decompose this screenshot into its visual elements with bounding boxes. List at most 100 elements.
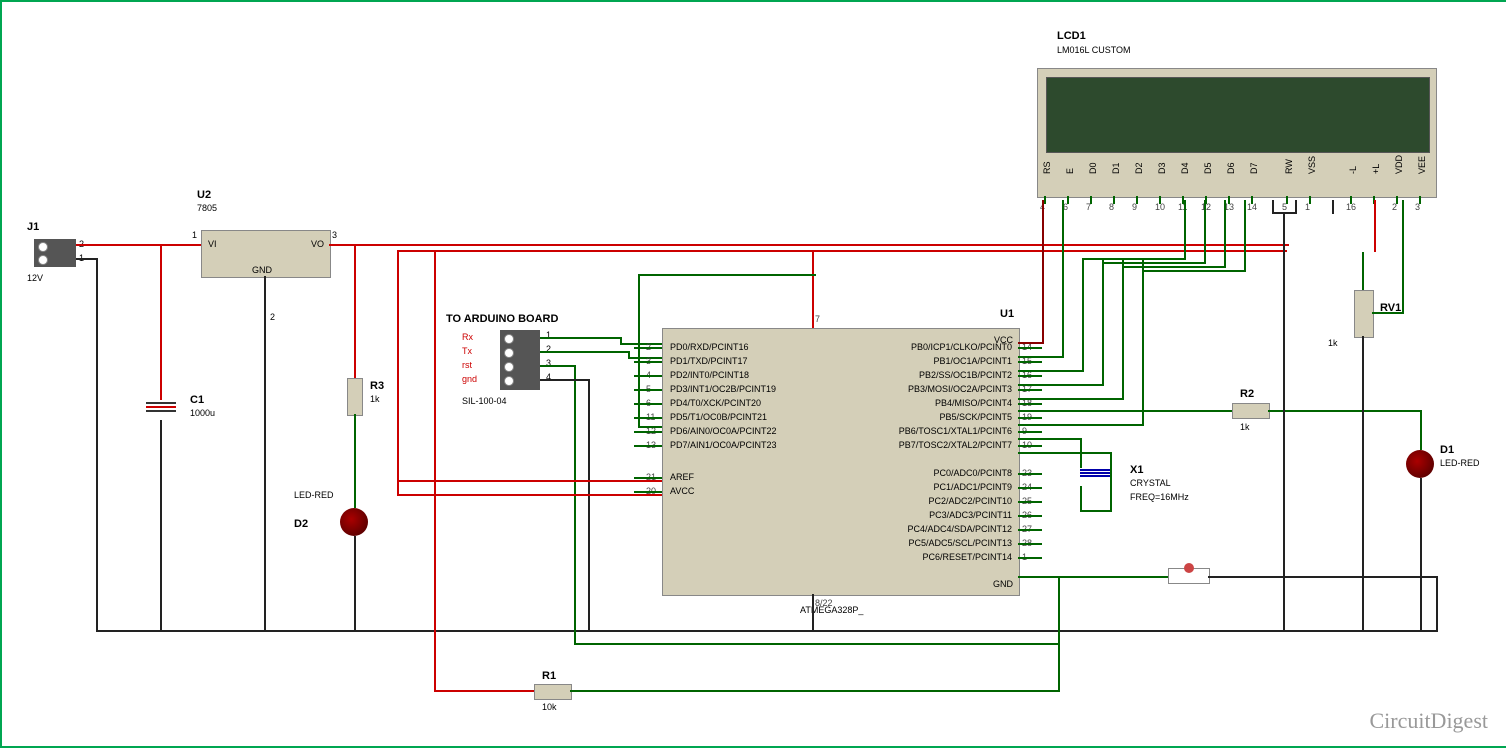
hdr-rx: Rx [462,332,473,342]
x1-val: CRYSTAL [1130,478,1171,488]
wire [160,244,162,400]
wire-vin [76,244,201,246]
r1-body [534,684,572,700]
wire [1082,258,1084,372]
wire [1058,576,1060,692]
wire [354,414,356,508]
d1-led [1406,450,1434,478]
wire [574,643,1060,645]
hdr-val: SIL-100-04 [462,396,507,406]
lcd-pin-VDD: VDD [1394,155,1404,174]
wire-gnd-bus [96,630,1438,632]
d2-val: LED-RED [294,490,334,500]
lcd-body [1037,68,1437,198]
lcd-pin-D2: D2 [1134,162,1144,174]
u1-lname-11: PD5/T1/OC0B/PCINT21 [670,412,767,422]
lcd-pin-D0: D0 [1088,162,1098,174]
u1-rname-19: PB5/SCK/PCINT5 [862,412,1012,422]
u1-top-n: 7 [815,314,820,324]
wire [1244,200,1246,272]
wire [1080,510,1112,512]
r3-ref: R3 [370,380,384,392]
r2-ref: R2 [1240,388,1254,400]
rv1-val: 1k [1328,338,1338,348]
wire [1018,398,1124,400]
u1-rname-23: PC0/ADC0/PCINT8 [862,468,1012,478]
wire [540,379,590,381]
u2-vi: VI [208,239,217,249]
u1-lname-21: AREF [670,472,694,482]
wire [574,365,576,645]
u1-rname-10: PB7/TOSC2/XTAL2/PCINT7 [862,440,1012,450]
j1-connector [34,239,76,267]
wire [1018,384,1104,386]
wire [1018,370,1084,372]
u1-rname-28: PC5/ADC5/SCL/PCINT13 [862,538,1012,548]
wire [812,594,814,632]
wire [160,420,162,632]
lcd-ref: LCD1 [1057,30,1086,42]
lcd-pin-VEE: VEE [1417,156,1427,174]
wire [540,337,622,339]
wire [638,426,662,428]
u1-lname-2: PD0/RXD/PCINT16 [670,342,749,352]
u1-lname-3: PD1/TXD/PCINT17 [670,356,748,366]
wire [1420,478,1422,632]
wire [1080,438,1082,468]
wire [540,351,630,353]
wire [1268,410,1422,412]
wire [570,690,1060,692]
u1-rname-16: PB2/SS/OC1B/PCINT2 [862,370,1012,380]
u1-lname-12: PD6/AIN0/OC0A/PCINT22 [670,426,777,436]
wire [1362,336,1364,632]
u2-ref: U2 [197,189,211,201]
d2-led [340,508,368,536]
hdr-tx: Tx [462,346,472,356]
r1-val: 10k [542,702,557,712]
wire [1332,200,1334,214]
u2-p2: 2 [270,312,275,322]
lcd-pin--L: -L [1348,166,1358,174]
wire [397,480,662,482]
arduino-conn [500,330,540,390]
wire [1082,258,1186,260]
wire [397,494,662,496]
lcd-pin-D1: D1 [1111,162,1121,174]
wire [354,536,356,632]
r3-val: 1k [370,394,380,404]
wire [540,365,576,367]
wire [1142,270,1246,272]
wire [1372,312,1404,314]
wire [1283,212,1285,632]
u1-rname-26: PC3/ADC3/PCINT11 [862,510,1012,520]
u1-rname-1: PC6/RESET/PCINT14 [862,552,1012,562]
wire [1362,252,1364,290]
j1-ref: J1 [27,221,39,233]
d1-val: LED-RED [1440,458,1480,468]
lcd-pin-D3: D3 [1157,162,1167,174]
wire [1018,576,1168,578]
wire [638,274,816,276]
u1-rname-24: PC1/ADC1/PCINT9 [862,482,1012,492]
reset-button[interactable] [1168,568,1210,584]
r1-ref: R1 [542,670,556,682]
wire [1402,200,1404,312]
wire [434,690,534,692]
lcd-pin-D7: D7 [1249,162,1259,174]
u1-rname-15: PB1/OC1A/PCINT1 [862,356,1012,366]
lcd-screen [1046,77,1430,153]
schematic-canvas: J1 2 1 12V U2 7805 VI VO GND 1 3 2 C1 10… [0,0,1506,748]
rv1-body[interactable] [1354,290,1374,338]
wire [1420,410,1422,450]
wire [812,250,814,328]
wire [588,379,590,632]
wire [264,276,266,632]
u2-p3: 3 [332,230,337,240]
lcd-val: LM016L CUSTOM [1057,45,1131,55]
wire [1102,262,1206,264]
r2-body [1232,403,1270,419]
u1-lname-4: PD2/INT0/PCINT18 [670,370,749,380]
wire [1102,258,1104,386]
u1-rname-9: PB6/TOSC1/XTAL1/PCINT6 [862,426,1012,436]
wire [638,274,640,428]
